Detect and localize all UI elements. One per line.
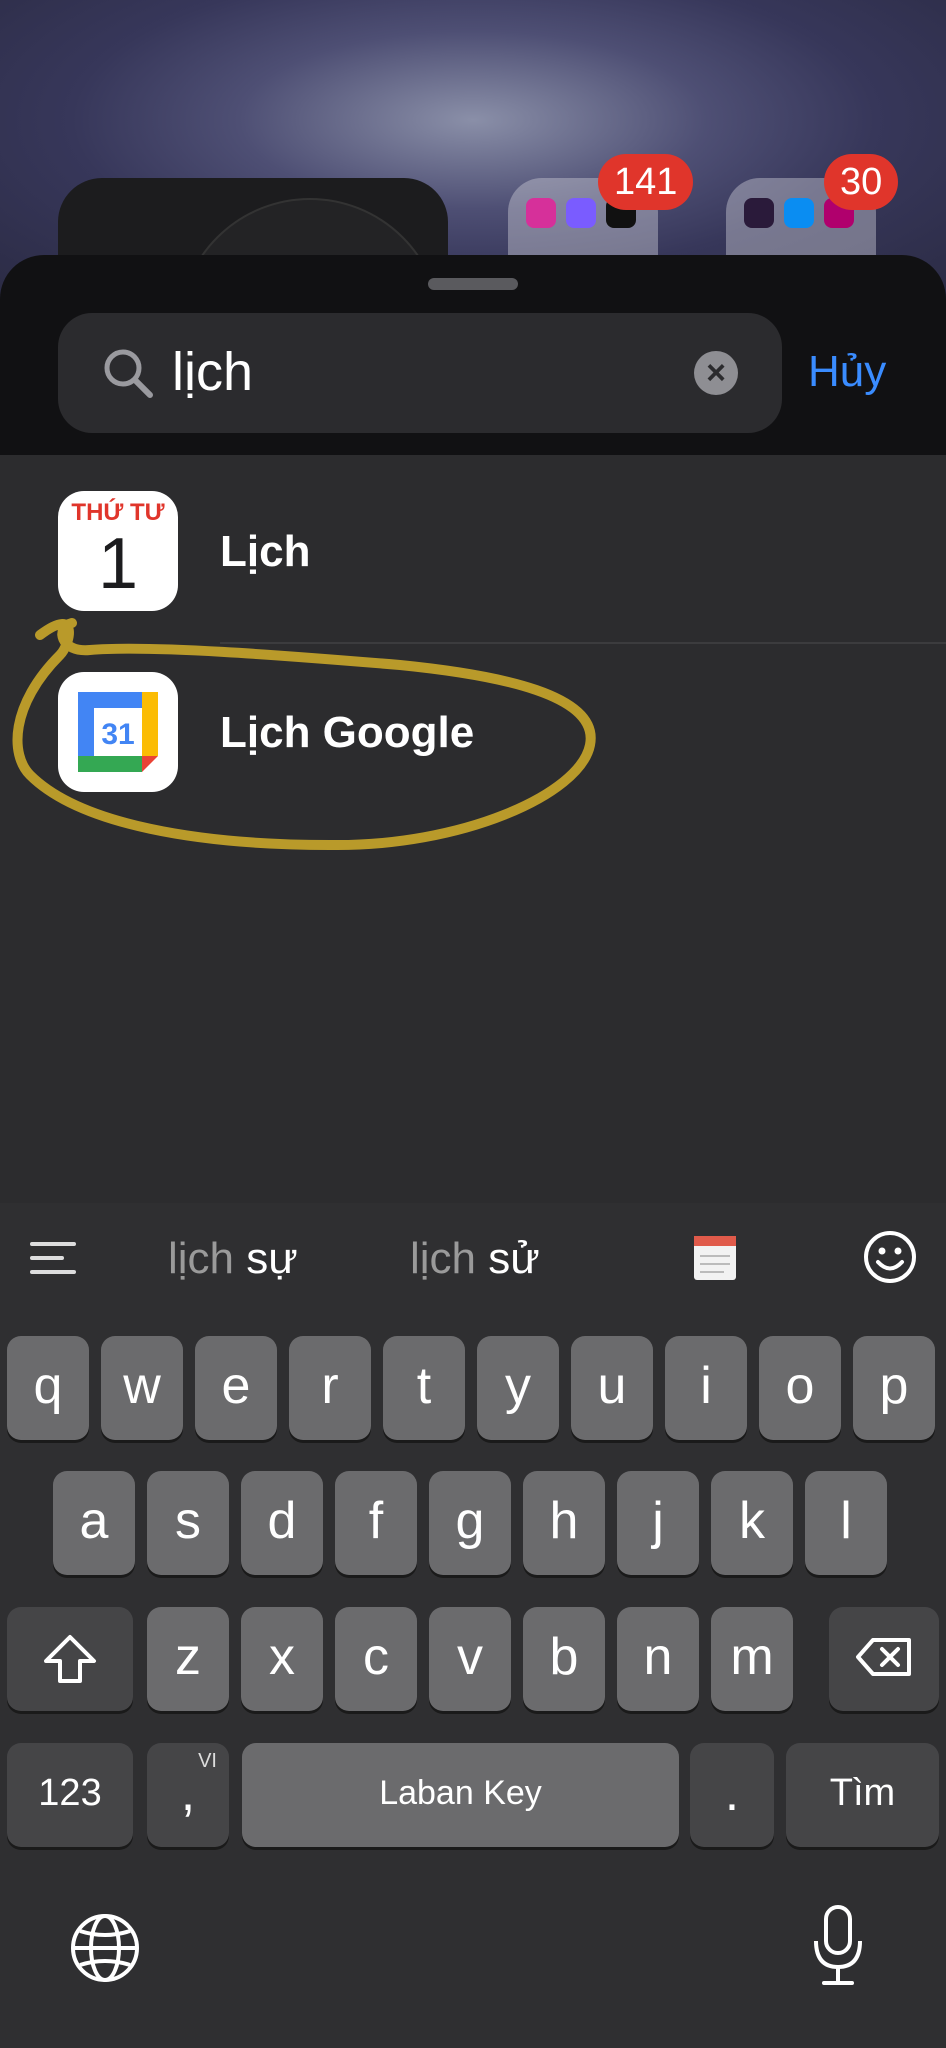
suggestion-typed: lịch xyxy=(168,1234,235,1283)
key-c[interactable]: c xyxy=(335,1607,417,1711)
key-f[interactable]: f xyxy=(335,1471,417,1575)
emoji-icon[interactable] xyxy=(862,1229,918,1285)
language-indicator: VI xyxy=(198,1750,217,1772)
search-query: lịch xyxy=(172,342,254,402)
key-k[interactable]: k xyxy=(711,1471,793,1575)
key-y[interactable]: y xyxy=(477,1336,559,1440)
zalo-icon xyxy=(784,198,814,228)
instagram-icon xyxy=(526,198,556,228)
highlight-annotation xyxy=(12,618,596,851)
suggestion-item[interactable]: lịch sự xyxy=(168,1231,298,1287)
key-m[interactable]: m xyxy=(711,1607,793,1711)
suggestion-completion: sự xyxy=(234,1234,298,1283)
app-icon xyxy=(744,198,774,228)
key-b[interactable]: b xyxy=(523,1607,605,1711)
messenger-icon xyxy=(566,198,596,228)
key-s[interactable]: s xyxy=(147,1471,229,1575)
key-h[interactable]: h xyxy=(523,1471,605,1575)
globe-icon[interactable] xyxy=(68,1911,142,1985)
keyboard: lịch sự lịch sử q w e r t y u i o p a s … xyxy=(0,1203,946,2048)
key-a[interactable]: a xyxy=(53,1471,135,1575)
suggestion-item[interactable]: lịch sử xyxy=(410,1231,540,1287)
search-icon xyxy=(104,349,153,398)
backspace-key[interactable] xyxy=(829,1607,939,1711)
keyboard-menu-icon[interactable] xyxy=(30,1238,76,1278)
key-x[interactable]: x xyxy=(241,1607,323,1711)
suggestion-typed: lịch xyxy=(410,1234,477,1283)
key-l[interactable]: l xyxy=(805,1471,887,1575)
notepad-sticker-icon[interactable] xyxy=(690,1228,740,1284)
folder-badge: 30 xyxy=(824,154,899,210)
key-v[interactable]: v xyxy=(429,1607,511,1711)
space-key[interactable]: Laban Key xyxy=(242,1743,679,1847)
numbers-key[interactable]: 123 xyxy=(7,1743,133,1847)
clear-search-button[interactable]: × xyxy=(694,351,738,395)
key-n[interactable]: n xyxy=(617,1607,699,1711)
key-g[interactable]: g xyxy=(429,1471,511,1575)
key-p[interactable]: p xyxy=(853,1336,935,1440)
sheet-grabber[interactable] xyxy=(428,278,518,290)
comma-key[interactable]: VI , xyxy=(147,1743,229,1847)
key-z[interactable]: z xyxy=(147,1607,229,1711)
comma-label: , xyxy=(180,1764,196,1822)
cancel-button[interactable]: Hủy xyxy=(808,342,886,402)
backspace-icon xyxy=(856,1638,911,1676)
key-t[interactable]: t xyxy=(383,1336,465,1440)
key-r[interactable]: r xyxy=(289,1336,371,1440)
key-u[interactable]: u xyxy=(571,1336,653,1440)
folder-badge: 141 xyxy=(598,154,694,210)
search-results: THỨ TƯ 1 Lịch 31 Lịch Google xyxy=(0,455,946,1203)
suggestion-bar: lịch sự lịch sử xyxy=(0,1203,946,1313)
key-w[interactable]: w xyxy=(101,1336,183,1440)
key-o[interactable]: o xyxy=(759,1336,841,1440)
key-j[interactable]: j xyxy=(617,1471,699,1575)
search-input[interactable]: lịch × xyxy=(58,313,782,433)
microphone-icon[interactable] xyxy=(810,1903,866,1989)
key-d[interactable]: d xyxy=(241,1471,323,1575)
suggestion-completion: sử xyxy=(476,1234,540,1283)
key-q[interactable]: q xyxy=(7,1336,89,1440)
shift-icon xyxy=(44,1635,96,1683)
shift-key[interactable] xyxy=(7,1607,133,1711)
key-i[interactable]: i xyxy=(665,1336,747,1440)
key-e[interactable]: e xyxy=(195,1336,277,1440)
search-return-key[interactable]: Tìm xyxy=(786,1743,939,1847)
period-key[interactable]: . xyxy=(690,1743,774,1847)
